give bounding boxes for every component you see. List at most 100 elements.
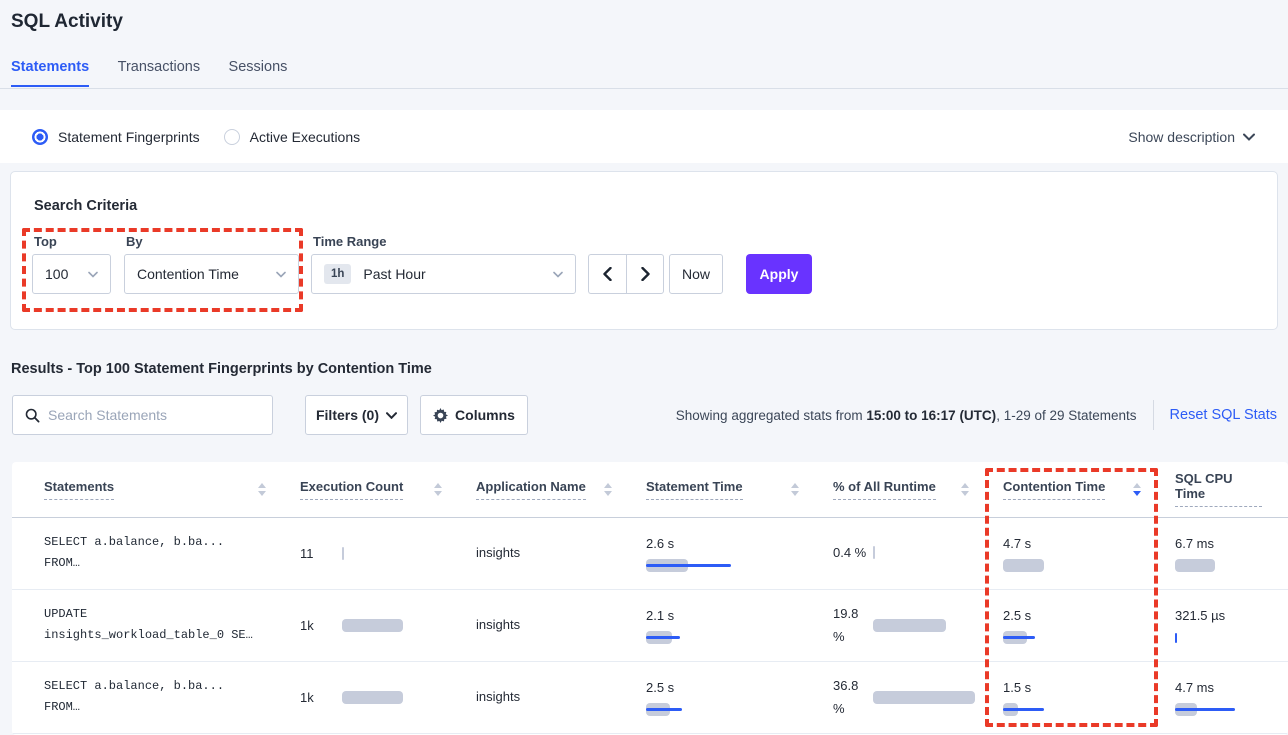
- reset-sql-stats-link[interactable]: Reset SQL Stats: [1170, 407, 1277, 423]
- pct-runtime-bar: [873, 691, 995, 704]
- sql-activity-page: SQL Activity Statements Transactions Ses…: [0, 0, 1288, 735]
- table-row[interactable]: UPDATEinsights_workload_table_0 SE… 1k i…: [12, 589, 1288, 661]
- view-toggle-bar: Statement Fingerprints Active Executions…: [0, 110, 1288, 163]
- statement-time-bar: [646, 559, 756, 572]
- search-criteria-card: Search Criteria Top 100 By Contention Ti…: [10, 171, 1278, 330]
- stats-summary: Showing aggregated stats from 15:00 to 1…: [676, 395, 1277, 435]
- search-input[interactable]: [48, 407, 272, 423]
- gear-icon: [433, 408, 448, 423]
- by-label: By: [126, 234, 143, 249]
- execution-count-bar: [342, 547, 468, 560]
- search-criteria-heading: Search Criteria: [34, 198, 137, 214]
- contention-time-bar: [1003, 631, 1113, 644]
- statement-search-box: [12, 395, 273, 435]
- column-header-statement-time[interactable]: Statement Time: [638, 462, 825, 517]
- sql-cpu-time-value: 6.7 ms: [1175, 536, 1227, 551]
- top-select[interactable]: 100: [32, 254, 111, 294]
- column-header-application-name[interactable]: Application Name: [468, 462, 638, 517]
- statement-time-bar: [646, 631, 756, 644]
- sql-cpu-time-value: 4.7 ms: [1175, 680, 1227, 695]
- sort-icon[interactable]: [604, 483, 612, 496]
- time-range-badge: 1h: [324, 264, 351, 284]
- pct-runtime-value: 19.8 %: [833, 602, 873, 649]
- tab-bar: Statements Transactions Sessions: [0, 58, 1288, 89]
- by-select[interactable]: Contention Time: [124, 254, 299, 294]
- table-header-row: Statements Execution Count Application N…: [12, 462, 1288, 517]
- pct-runtime-value: 0.4 %: [833, 541, 873, 564]
- now-button[interactable]: Now: [669, 254, 723, 294]
- sort-icon[interactable]: [258, 483, 266, 496]
- pct-runtime-value: 36.8 %: [833, 674, 873, 721]
- apply-button[interactable]: Apply: [746, 254, 812, 294]
- column-header-contention-time[interactable]: Contention Time: [995, 462, 1167, 517]
- statement-line1: SELECT a.balance, b.ba...: [44, 676, 292, 697]
- statement-fingerprint[interactable]: SELECT a.balance, b.ba...FROM…: [44, 676, 292, 718]
- filters-button[interactable]: Filters (0): [305, 395, 408, 435]
- time-range-label: Time Range: [313, 234, 386, 249]
- column-header-execution-count[interactable]: Execution Count: [292, 462, 468, 517]
- columns-button[interactable]: Columns: [420, 395, 528, 435]
- contention-time-value: 2.5 s: [1003, 608, 1031, 623]
- sort-icon[interactable]: [961, 483, 969, 496]
- stats-time-range: 15:00 to 16:17 (UTC): [866, 408, 996, 423]
- table-row[interactable]: SELECT a.balance, b.ba...FROM… 1k insigh…: [12, 661, 1288, 733]
- contention-time-value: 1.5 s: [1003, 680, 1031, 695]
- execution-count-value: 1k: [300, 618, 342, 633]
- table-body: SELECT a.balance, b.ba...FROM… 11 insigh…: [12, 517, 1288, 733]
- statement-time-bar: [646, 703, 756, 716]
- page-title: SQL Activity: [11, 11, 123, 33]
- statements-table: Statements Execution Count Application N…: [12, 462, 1288, 734]
- sql-cpu-time-bar: [1175, 559, 1285, 572]
- statement-line1: SELECT a.balance, b.ba...: [44, 532, 292, 553]
- search-icon: [25, 408, 40, 423]
- sort-icon-active-desc[interactable]: [1133, 483, 1141, 496]
- execution-count-value: 11: [300, 546, 342, 561]
- sort-icon[interactable]: [791, 483, 799, 496]
- statement-line2: insights_workload_table_0 SE…: [44, 625, 292, 646]
- results-heading: Results - Top 100 Statement Fingerprints…: [11, 361, 432, 377]
- statement-line2: FROM…: [44, 697, 292, 718]
- statement-line1: UPDATE: [44, 604, 292, 625]
- chevron-down-icon: [276, 271, 286, 278]
- column-header-sql-cpu-time[interactable]: SQL CPU Time: [1167, 462, 1288, 517]
- chevron-down-icon: [88, 271, 98, 278]
- statements-table-card: Statements Execution Count Application N…: [12, 462, 1288, 735]
- sql-cpu-time-value: 321.5 µs: [1175, 608, 1227, 623]
- statement-fingerprint[interactable]: SELECT a.balance, b.ba...FROM…: [44, 532, 292, 574]
- stats-text-suffix: , 1-29 of 29 Statements: [996, 408, 1136, 423]
- tab-statements[interactable]: Statements: [11, 59, 89, 87]
- execution-count-value: 1k: [300, 690, 342, 705]
- application-name-value: insights: [476, 617, 520, 632]
- contention-time-bar: [1003, 559, 1113, 572]
- execution-count-bar: [342, 691, 468, 704]
- pct-runtime-bar: [873, 619, 995, 632]
- previous-time-button[interactable]: [588, 254, 626, 294]
- radio-statement-fingerprints[interactable]: Statement Fingerprints: [32, 129, 200, 145]
- statement-fingerprint[interactable]: UPDATEinsights_workload_table_0 SE…: [44, 604, 292, 646]
- tab-transactions[interactable]: Transactions: [118, 59, 200, 85]
- stats-text-prefix: Showing aggregated stats from: [676, 408, 867, 423]
- show-description-toggle[interactable]: Show description: [1128, 110, 1255, 163]
- statement-line2: FROM…: [44, 553, 292, 574]
- vertical-divider: [1153, 400, 1154, 430]
- sort-icon[interactable]: [434, 483, 442, 496]
- chevron-down-icon: [1243, 133, 1255, 141]
- radio-unselected-icon: [224, 129, 240, 145]
- time-nav-group: [588, 254, 664, 294]
- statement-time-value: 2.5 s: [646, 680, 674, 695]
- execution-count-bar: [342, 619, 468, 632]
- statement-time-value: 2.6 s: [646, 536, 674, 551]
- time-range-select[interactable]: 1h Past Hour: [311, 254, 576, 294]
- table-row[interactable]: SELECT a.balance, b.ba...FROM… 11 insigh…: [12, 517, 1288, 589]
- column-header-statements[interactable]: Statements: [12, 462, 292, 517]
- sql-cpu-time-bar: [1175, 631, 1285, 644]
- sql-cpu-time-bar: [1175, 703, 1285, 716]
- tab-sessions[interactable]: Sessions: [229, 59, 288, 85]
- next-time-button[interactable]: [626, 254, 664, 294]
- column-header-pct-runtime[interactable]: % of All Runtime: [825, 462, 995, 517]
- top-label: Top: [34, 234, 57, 249]
- radio-active-executions[interactable]: Active Executions: [224, 129, 361, 145]
- application-name-value: insights: [476, 545, 520, 560]
- contention-time-bar: [1003, 703, 1113, 716]
- radio-selected-icon: [32, 129, 48, 145]
